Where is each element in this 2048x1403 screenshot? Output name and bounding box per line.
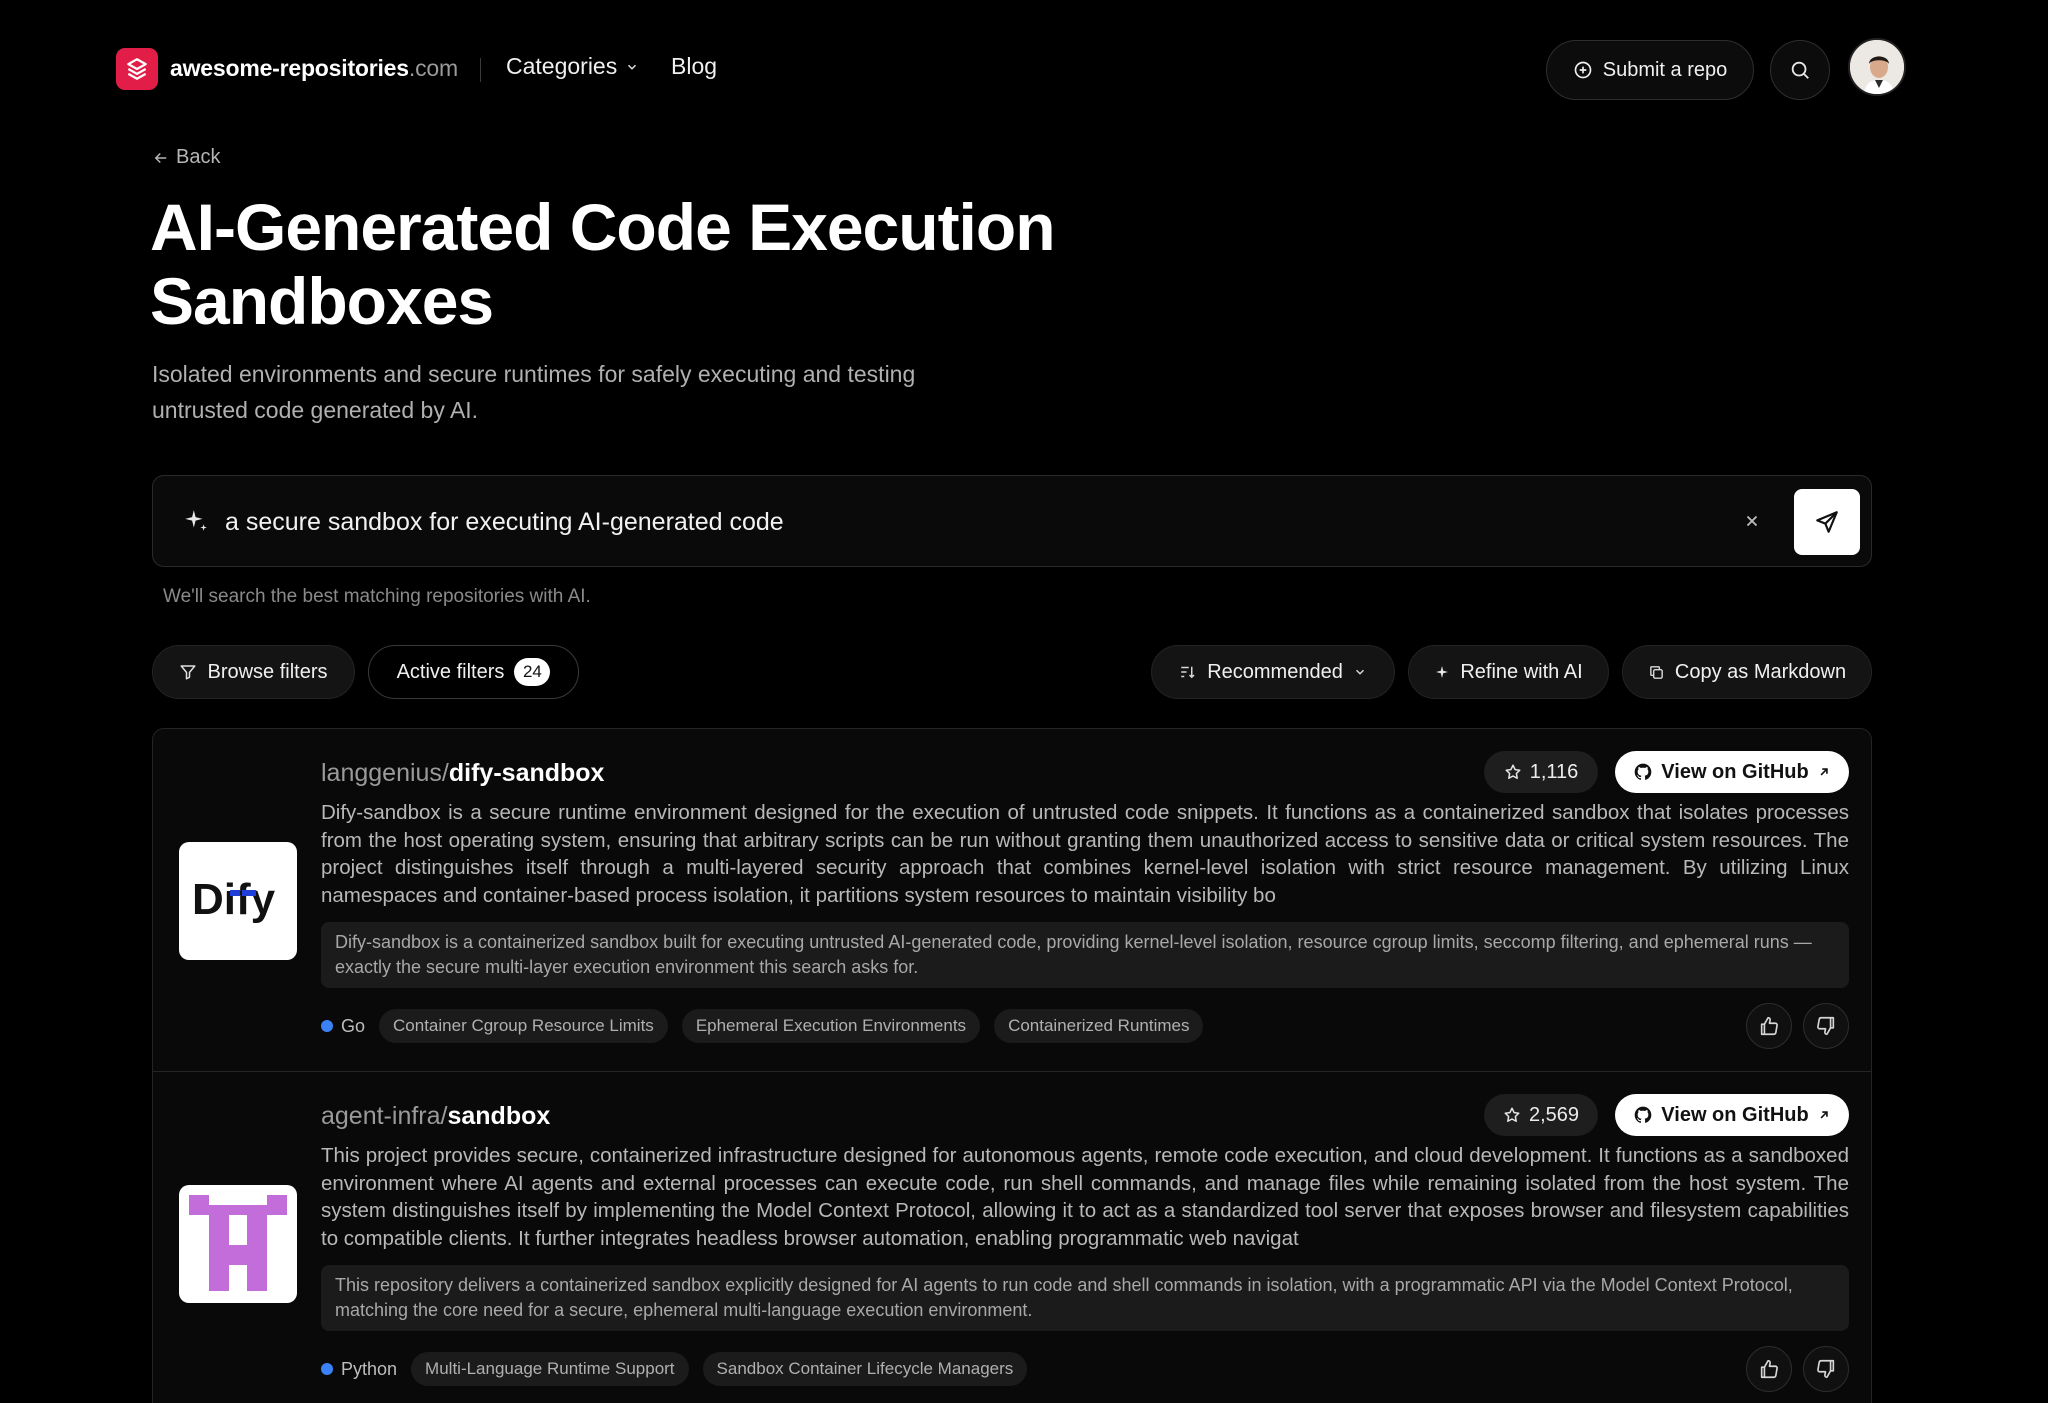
active-filters-button[interactable]: Active filters 24 xyxy=(368,645,579,699)
topic-tag[interactable]: Multi-Language Runtime Support xyxy=(411,1352,689,1386)
user-avatar[interactable] xyxy=(1848,38,1906,96)
thumbs-down-icon xyxy=(1817,1016,1835,1036)
page-title: AI-Generated Code Execution Sandboxes xyxy=(150,190,1150,338)
clear-search-button[interactable] xyxy=(1737,506,1767,536)
brand-domain: awesome-repositories xyxy=(170,55,409,81)
topic-tag[interactable]: Ephemeral Execution Environments xyxy=(681,1009,981,1043)
repo-description: Dify-sandbox is a secure runtime environ… xyxy=(321,801,1849,907)
sort-dropdown[interactable]: Recommended xyxy=(1151,645,1395,699)
repo-name-link[interactable]: agent-infra/sandbox xyxy=(321,1102,550,1131)
topic-tag[interactable]: Sandbox Container Lifecycle Managers xyxy=(702,1352,1028,1386)
github-icon xyxy=(1634,763,1652,780)
external-link-icon xyxy=(1820,768,1828,776)
search-icon xyxy=(1791,61,1809,79)
chevron-down-icon xyxy=(628,64,637,70)
thumbs-up-icon xyxy=(1760,1359,1778,1379)
plus-circle-icon xyxy=(1574,61,1592,79)
repo-card[interactable]: Dify langgenius/dify-sandbox 1,116 View … xyxy=(153,729,1871,1071)
repo-logo: Dify xyxy=(179,842,297,960)
send-icon xyxy=(1816,511,1838,533)
nav-categories-menu[interactable]: Categories xyxy=(506,53,639,80)
copy-icon xyxy=(1650,665,1663,679)
header-search-button[interactable] xyxy=(1770,40,1830,100)
copy-as-markdown-label: Copy as Markdown xyxy=(1674,660,1847,683)
repo-tags: Python Multi-Language Runtime Support Sa… xyxy=(321,1352,1028,1386)
view-on-github-label: View on GitHub xyxy=(1661,1103,1809,1126)
sparkle-icon xyxy=(185,510,207,531)
language-badge: Go xyxy=(321,1016,365,1037)
chevron-down-icon xyxy=(1355,669,1364,675)
repo-logo xyxy=(179,1185,297,1303)
thumbs-up-button[interactable] xyxy=(1746,1346,1792,1392)
brand-logo-icon[interactable] xyxy=(116,48,158,90)
repo-title: sandbox xyxy=(447,1102,551,1130)
active-filters-count-badge: 24 xyxy=(514,658,551,686)
repo-name-link[interactable]: langgenius/dify-sandbox xyxy=(321,759,604,788)
page-title-line-1: AI-Generated Code Execution xyxy=(150,190,1056,264)
back-link[interactable]: Back xyxy=(152,146,220,169)
star-count: 2,569 xyxy=(1528,1103,1580,1126)
close-icon xyxy=(1746,515,1758,527)
back-label: Back xyxy=(176,146,221,168)
browse-filters-button[interactable]: Browse filters xyxy=(152,645,355,699)
github-icon xyxy=(1634,1106,1652,1123)
arrow-left-icon xyxy=(154,152,167,163)
search-input[interactable] xyxy=(225,504,1625,540)
results-list: Dify langgenius/dify-sandbox 1,116 View … xyxy=(152,728,1872,1403)
dify-logo-text: Dify xyxy=(192,875,276,924)
star-count-badge: 2,569 xyxy=(1484,1094,1598,1136)
active-filters-label: Active filters xyxy=(396,660,505,683)
thumbs-down-button[interactable] xyxy=(1803,1003,1849,1049)
refine-with-ai-label: Refine with AI xyxy=(1460,660,1583,683)
page-subtitle: Isolated environments and secure runtime… xyxy=(152,361,916,423)
ai-search-box xyxy=(152,475,1872,567)
browse-filters-label: Browse filters xyxy=(207,660,328,683)
search-hint: We'll search the best matching repositor… xyxy=(163,586,591,607)
external-link-icon xyxy=(1820,1111,1828,1119)
view-on-github-button[interactable]: View on GitHub xyxy=(1615,1094,1849,1136)
brand-name[interactable]: awesome-repositories.com xyxy=(170,55,458,82)
repo-owner: langgenius/ xyxy=(321,759,449,787)
language-color-dot xyxy=(321,1020,333,1032)
repo-card[interactable]: agent-infra/sandbox 2,569 View on GitHub… xyxy=(153,1071,1871,1403)
brand-tld: .com xyxy=(408,55,458,81)
filter-icon xyxy=(180,665,196,680)
repo-tags: Go Container Cgroup Resource Limits Ephe… xyxy=(321,1009,1204,1043)
refine-with-ai-button[interactable]: Refine with AI xyxy=(1408,645,1609,699)
repo-description: This project provides secure, containeri… xyxy=(321,1144,1849,1250)
language-label: Go xyxy=(341,1015,366,1036)
page-title-line-2: Sandboxes xyxy=(150,264,494,338)
repo-owner: agent-infra/ xyxy=(321,1102,448,1130)
nav-categories-label: Categories xyxy=(506,53,618,79)
page: awesome-repositories.com Categories Blog… xyxy=(0,0,2048,1403)
thumbs-down-icon xyxy=(1817,1359,1835,1379)
search-submit-button[interactable] xyxy=(1794,489,1860,555)
sparkle-icon xyxy=(1436,666,1449,678)
thumbs-up-icon xyxy=(1760,1016,1778,1036)
ai-match-explanation: This repository delivers a containerized… xyxy=(321,1265,1849,1331)
thumbs-up-button[interactable] xyxy=(1746,1003,1792,1049)
nav-blog-link[interactable]: Blog xyxy=(671,53,717,80)
language-badge: Python xyxy=(321,1359,397,1380)
topic-tag[interactable]: Container Cgroup Resource Limits xyxy=(379,1009,668,1043)
view-on-github-label: View on GitHub xyxy=(1661,760,1809,783)
star-count: 1,116 xyxy=(1529,760,1579,783)
repo-title: dify-sandbox xyxy=(448,759,605,787)
topic-tag[interactable]: Containerized Runtimes xyxy=(994,1009,1204,1043)
ai-match-explanation: Dify-sandbox is a containerized sandbox … xyxy=(321,922,1849,988)
header-divider xyxy=(480,58,481,82)
language-color-dot xyxy=(321,1363,333,1375)
view-on-github-button[interactable]: View on GitHub xyxy=(1615,751,1849,793)
star-icon xyxy=(1504,1107,1520,1122)
top-navigation: awesome-repositories.com Categories Blog… xyxy=(116,38,1906,102)
language-label: Python xyxy=(341,1358,398,1379)
sort-icon xyxy=(1181,666,1195,679)
sort-label: Recommended xyxy=(1207,660,1343,683)
copy-as-markdown-button[interactable]: Copy as Markdown xyxy=(1622,645,1872,699)
thumbs-down-button[interactable] xyxy=(1803,1346,1849,1392)
submit-repo-label: Submit a repo xyxy=(1602,58,1728,81)
star-icon xyxy=(1505,764,1521,779)
star-count-badge: 1,116 xyxy=(1484,751,1598,793)
submit-repo-button[interactable]: Submit a repo xyxy=(1546,40,1754,100)
